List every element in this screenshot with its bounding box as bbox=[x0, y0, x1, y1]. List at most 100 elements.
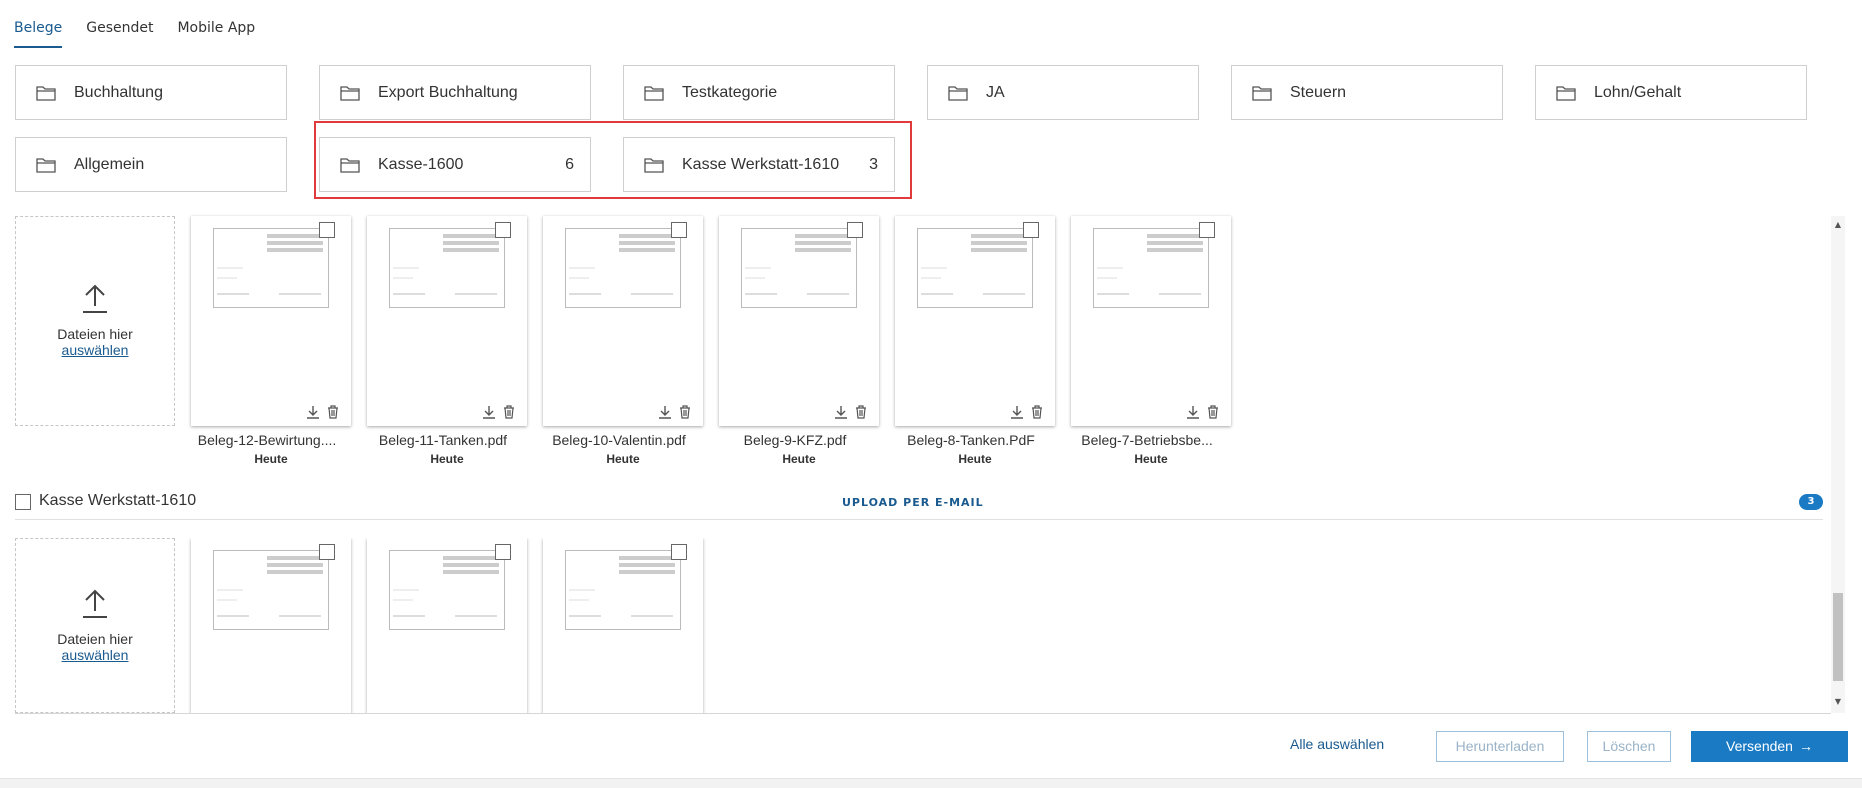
trash-icon[interactable] bbox=[853, 404, 869, 420]
folder-icon bbox=[1252, 85, 1272, 101]
content-divider bbox=[15, 713, 1831, 714]
trash-icon[interactable] bbox=[1029, 404, 1045, 420]
folder-tile[interactable]: Buchhaltung bbox=[15, 65, 287, 120]
document-thumbnail-icon bbox=[741, 228, 857, 308]
download-icon[interactable] bbox=[1185, 404, 1201, 420]
document-date: Heute bbox=[430, 452, 464, 466]
document-checkbox[interactable] bbox=[847, 222, 863, 238]
document-list-2 bbox=[0, 538, 1830, 713]
document-checkbox[interactable] bbox=[1199, 222, 1215, 238]
trash-icon[interactable] bbox=[501, 404, 517, 420]
tab-belege[interactable]: Belege bbox=[14, 0, 63, 48]
category-count-badge: 3 bbox=[1799, 494, 1823, 510]
select-all-button[interactable]: Alle auswählen bbox=[1290, 736, 1384, 752]
download-icon[interactable] bbox=[1009, 404, 1025, 420]
document-checkbox[interactable] bbox=[671, 544, 687, 560]
folder-tile[interactable]: Steuern bbox=[1231, 65, 1503, 120]
scroll-up-arrow-icon[interactable]: ▲ bbox=[1831, 220, 1845, 232]
download-icon[interactable] bbox=[833, 404, 849, 420]
upload-icon bbox=[83, 284, 107, 313]
document-card[interactable] bbox=[895, 216, 1055, 426]
send-button-label: Versenden bbox=[1726, 738, 1793, 754]
document-actions bbox=[1009, 404, 1045, 420]
document-actions bbox=[833, 404, 869, 420]
document-card[interactable] bbox=[367, 538, 527, 713]
folder-icon bbox=[1556, 85, 1576, 101]
folder-tile[interactable]: Export Buchhaltung bbox=[319, 65, 591, 120]
tab-gesendet[interactable]: Gesendet bbox=[86, 0, 153, 48]
document-card[interactable] bbox=[367, 216, 527, 426]
download-icon[interactable] bbox=[305, 404, 321, 420]
document-actions bbox=[481, 404, 517, 420]
folder-tile[interactable]: Lohn/Gehalt bbox=[1535, 65, 1807, 120]
folder-tile[interactable]: Testkategorie bbox=[623, 65, 895, 120]
upload-text: Dateien hier bbox=[57, 326, 133, 342]
document-thumbnail-icon bbox=[917, 228, 1033, 308]
folder-name: Lohn/Gehalt bbox=[1594, 83, 1682, 101]
folder-tile[interactable]: Allgemein bbox=[15, 137, 287, 192]
document-checkbox[interactable] bbox=[495, 222, 511, 238]
folder-name: Testkategorie bbox=[682, 83, 778, 101]
document-name[interactable]: Beleg-7-Betriebsbe... bbox=[1067, 432, 1227, 448]
document-card[interactable] bbox=[191, 216, 351, 426]
document-thumbnail-icon bbox=[1093, 228, 1209, 308]
folder-name: Allgemein bbox=[74, 155, 145, 173]
folder-icon bbox=[644, 85, 664, 101]
document-card[interactable] bbox=[719, 216, 879, 426]
footer-bar bbox=[0, 778, 1862, 788]
document-checkbox[interactable] bbox=[1023, 222, 1039, 238]
document-date: Heute bbox=[254, 452, 288, 466]
document-date: Heute bbox=[782, 452, 816, 466]
folder-icon bbox=[340, 85, 360, 101]
document-name[interactable]: Beleg-10-Valentin.pdf bbox=[539, 432, 699, 448]
send-button[interactable]: Versenden → bbox=[1691, 731, 1848, 762]
document-checkbox[interactable] bbox=[319, 544, 335, 560]
upload-select-link[interactable]: auswählen bbox=[62, 342, 129, 358]
download-button[interactable]: Herunterladen bbox=[1436, 731, 1564, 762]
document-name[interactable]: Beleg-12-Bewirtung.... bbox=[187, 432, 347, 448]
document-checkbox[interactable] bbox=[319, 222, 335, 238]
document-date: Heute bbox=[958, 452, 992, 466]
document-name[interactable]: Beleg-9-KFZ.pdf bbox=[715, 432, 875, 448]
document-checkbox[interactable] bbox=[671, 222, 687, 238]
folder-name: Buchhaltung bbox=[74, 83, 163, 101]
delete-button[interactable]: Löschen bbox=[1587, 731, 1671, 762]
folder-name: Export Buchhaltung bbox=[378, 83, 518, 101]
trash-icon[interactable] bbox=[325, 404, 341, 420]
folder-tile[interactable]: JA bbox=[927, 65, 1199, 120]
download-icon[interactable] bbox=[657, 404, 673, 420]
document-card[interactable] bbox=[191, 538, 351, 713]
document-name[interactable]: Beleg-8-Tanken.PdF bbox=[891, 432, 1051, 448]
document-thumbnail-icon bbox=[389, 228, 505, 308]
document-card[interactable] bbox=[543, 216, 703, 426]
document-thumbnail-icon bbox=[565, 228, 681, 308]
tab-mobile-app[interactable]: Mobile App bbox=[177, 0, 255, 48]
trash-icon[interactable] bbox=[677, 404, 693, 420]
category-checkbox[interactable] bbox=[15, 494, 31, 510]
document-card[interactable] bbox=[1071, 216, 1231, 426]
scroll-down-arrow-icon[interactable]: ▼ bbox=[1831, 697, 1845, 709]
document-thumbnail-icon bbox=[213, 550, 329, 630]
folder-icon bbox=[36, 157, 56, 173]
trash-icon[interactable] bbox=[1205, 404, 1221, 420]
document-actions bbox=[305, 404, 341, 420]
document-name[interactable]: Beleg-11-Tanken.pdf bbox=[363, 432, 523, 448]
category-divider bbox=[15, 519, 1823, 520]
tab-bar: Belege Gesendet Mobile App bbox=[14, 0, 279, 48]
document-thumbnail-icon bbox=[565, 550, 681, 630]
document-thumbnail-icon bbox=[389, 550, 505, 630]
document-checkbox[interactable] bbox=[495, 544, 511, 560]
upload-by-email-link[interactable]: UPLOAD PER E-MAIL bbox=[842, 496, 984, 509]
document-thumbnail-icon bbox=[213, 228, 329, 308]
folder-icon bbox=[948, 85, 968, 101]
upload-dropzone[interactable]: Dateien hier auswählen bbox=[15, 216, 175, 426]
scrollbar-thumb[interactable] bbox=[1833, 593, 1843, 681]
arrow-right-icon: → bbox=[1798, 738, 1813, 754]
folder-name: JA bbox=[986, 83, 1005, 101]
highlight-annotation bbox=[314, 121, 912, 199]
document-card[interactable] bbox=[543, 538, 703, 713]
folder-icon bbox=[36, 85, 56, 101]
download-icon[interactable] bbox=[481, 404, 497, 420]
document-actions bbox=[1185, 404, 1221, 420]
document-date: Heute bbox=[606, 452, 640, 466]
